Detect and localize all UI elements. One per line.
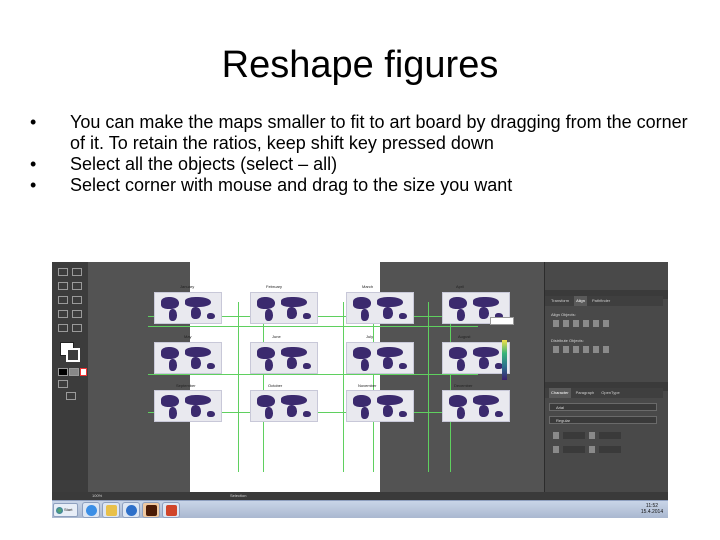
- bullet-dot: •: [30, 154, 37, 174]
- rectangle-tool-icon[interactable]: [72, 310, 82, 318]
- current-tool-label: Selection: [230, 493, 247, 498]
- world-map[interactable]: [250, 342, 318, 374]
- screen-mode-icon[interactable]: [66, 392, 76, 400]
- bullet-list: • You can make the maps smaller to fit to…: [26, 112, 696, 196]
- guide-line: [343, 302, 344, 472]
- bullet-item: • You can make the maps smaller to fit to…: [26, 112, 696, 154]
- explorer-icon[interactable]: [102, 502, 120, 518]
- gradient-mode-icon[interactable]: [69, 368, 79, 376]
- windows-taskbar: Start 11:52 15.4.2014: [52, 500, 668, 518]
- draw-mode-icon[interactable]: [58, 380, 68, 388]
- color-mode-icon[interactable]: [58, 368, 68, 376]
- tracking-controls[interactable]: [553, 446, 653, 453]
- start-button[interactable]: Start: [53, 503, 78, 517]
- taskbar-clock[interactable]: 11:52 15.4.2014: [638, 503, 666, 515]
- tab-pathfinder[interactable]: Pathfinder: [590, 296, 612, 306]
- guide-line: [238, 302, 239, 472]
- world-map[interactable]: [250, 292, 318, 324]
- tools-panel: [52, 262, 88, 498]
- map-title: December: [454, 383, 473, 388]
- selection-tool-icon[interactable]: [58, 268, 68, 276]
- guide-line: [263, 302, 264, 472]
- world-map[interactable]: [346, 342, 414, 374]
- bullet-text: Select all the objects (select – all): [70, 154, 338, 174]
- right-panels: Transform Align Pathfinder Align Objects…: [544, 262, 668, 498]
- tab-transform[interactable]: Transform: [549, 296, 571, 306]
- map-title: February: [266, 284, 283, 289]
- font-style-select[interactable]: Regular: [549, 416, 657, 424]
- magic-wand-tool-icon[interactable]: [58, 282, 68, 290]
- tab-paragraph[interactable]: Paragraph: [574, 388, 597, 398]
- distribute-objects-label: Distribute Objects:: [551, 338, 584, 343]
- tab-opentype[interactable]: OpenType: [599, 388, 621, 398]
- bullet-item: • Select corner with mouse and drag to th…: [26, 175, 696, 196]
- world-map[interactable]: [250, 390, 318, 422]
- bullet-text: You can make the maps smaller to fit to …: [70, 112, 688, 153]
- map-title: June: [272, 334, 281, 339]
- tab-character[interactable]: Character: [549, 388, 571, 398]
- stroke-color-icon[interactable]: [66, 348, 80, 362]
- map-title: March: [362, 284, 374, 289]
- bullet-text: Select corner with mouse and drag to the…: [70, 175, 513, 195]
- illustrator-screenshot: January February March April May June Ju…: [52, 262, 668, 518]
- map-title: April: [456, 284, 465, 289]
- map-title: August: [458, 334, 471, 339]
- map-title: September: [176, 383, 196, 388]
- distribute-buttons[interactable]: [553, 346, 613, 353]
- pen-tool-icon[interactable]: [58, 296, 68, 304]
- align-panel-tabs: Transform Align Pathfinder: [545, 296, 663, 306]
- align-objects-label: Align Objects:: [551, 312, 576, 317]
- lasso-tool-icon[interactable]: [72, 282, 82, 290]
- internet-explorer-icon[interactable]: [82, 502, 100, 518]
- font-family-select[interactable]: Arial: [549, 403, 657, 411]
- world-map[interactable]: [346, 292, 414, 324]
- illustrator-icon[interactable]: [142, 502, 160, 518]
- map-title: July: [366, 334, 374, 339]
- bullet-item: • Select all the objects (select – all): [26, 154, 696, 175]
- character-panel-tabs: Character Paragraph OpenType: [545, 388, 663, 398]
- status-bar: 100% Selection: [52, 492, 668, 500]
- bullet-dot: •: [30, 175, 37, 195]
- world-map[interactable]: [154, 342, 222, 374]
- clock-date: 15.4.2014: [640, 509, 664, 515]
- map-title: January: [180, 284, 195, 289]
- world-map[interactable]: [442, 390, 510, 422]
- color-legend: [502, 340, 507, 380]
- map-title: October: [268, 383, 283, 388]
- windows-logo-icon: [56, 507, 63, 514]
- map-title: November: [358, 383, 377, 388]
- guide-line: [450, 302, 451, 472]
- world-map[interactable]: [442, 342, 510, 374]
- document-canvas[interactable]: January February March April May June Ju…: [88, 262, 544, 498]
- world-map[interactable]: [154, 292, 222, 324]
- font-size-controls[interactable]: [553, 432, 653, 439]
- guide-line: [428, 302, 429, 472]
- line-tool-icon[interactable]: [58, 310, 68, 318]
- map-title: May: [184, 334, 192, 339]
- chrome-icon[interactable]: [122, 502, 140, 518]
- direct-selection-tool-icon[interactable]: [72, 268, 82, 276]
- none-mode-icon[interactable]: [80, 368, 87, 376]
- slide-title: Reshape figures: [221, 44, 499, 86]
- world-map[interactable]: [346, 390, 414, 422]
- zoom-level[interactable]: 100%: [92, 492, 102, 500]
- hand-tool-icon[interactable]: [58, 324, 68, 332]
- type-tool-icon[interactable]: [72, 296, 82, 304]
- zoom-tool-icon[interactable]: [72, 324, 82, 332]
- world-map[interactable]: [154, 390, 222, 422]
- start-label: Start: [64, 507, 73, 512]
- annotation-box: [490, 317, 514, 325]
- powerpoint-icon[interactable]: [162, 502, 180, 518]
- align-buttons[interactable]: [553, 320, 613, 327]
- tab-align[interactable]: Align: [574, 296, 587, 306]
- bullet-dot: •: [30, 112, 37, 132]
